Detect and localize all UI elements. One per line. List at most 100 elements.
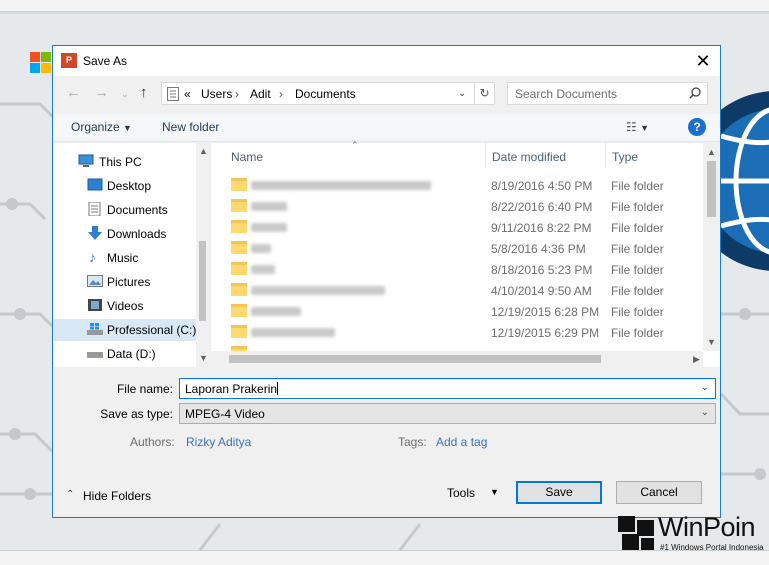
folder-icon bbox=[231, 304, 247, 317]
refresh-icon[interactable]: ↻ bbox=[474, 82, 495, 105]
close-button[interactable]: ✕ bbox=[686, 46, 720, 76]
scroll-up-arrow-icon[interactable]: ▲ bbox=[199, 146, 208, 156]
scroll-up-arrow-icon[interactable]: ▲ bbox=[707, 147, 716, 157]
search-icon[interactable] bbox=[689, 87, 701, 99]
table-row[interactable]: 12/19/2015 6:28 PM File folder bbox=[211, 301, 701, 322]
winpoin-watermark: WinPoin #1 Windows Portal Indonesia bbox=[616, 512, 769, 554]
up-arrow-icon[interactable]: ↑ bbox=[140, 84, 148, 101]
column-header-date-modified[interactable]: Date modified bbox=[492, 150, 566, 164]
nav-label-music: Music bbox=[107, 251, 139, 265]
documents-icon bbox=[88, 202, 101, 216]
table-row[interactable]: 4/10/2014 9:50 AM File folder bbox=[211, 280, 701, 301]
dialog-title: Save As bbox=[83, 54, 128, 68]
forward-arrow-icon[interactable]: → bbox=[94, 84, 109, 101]
horizontal-scrollbar[interactable]: ▶ bbox=[211, 351, 703, 367]
table-row[interactable]: 8/22/2016 6:40 PM File folder bbox=[211, 196, 701, 217]
table-row[interactable]: 8/18/2016 5:23 PM File folder bbox=[211, 259, 701, 280]
scroll-right-arrow-icon[interactable]: ▶ bbox=[693, 354, 700, 365]
redacted-filename bbox=[251, 202, 287, 211]
nav-item-pictures[interactable]: Pictures bbox=[54, 271, 196, 293]
breadcrumb-documents[interactable]: Documents bbox=[295, 87, 356, 101]
new-folder-button[interactable]: New folder bbox=[162, 120, 219, 134]
downloads-icon bbox=[88, 226, 102, 240]
nav-item-music[interactable]: ♪ Music bbox=[54, 247, 196, 269]
breadcrumb-separator-icon: › bbox=[235, 87, 239, 101]
scroll-down-arrow-icon[interactable]: ▼ bbox=[707, 337, 716, 347]
file-name-field[interactable]: Laporan Prakerin ⌄ bbox=[179, 378, 716, 399]
pictures-icon bbox=[87, 275, 103, 287]
column-header-type[interactable]: Type bbox=[612, 150, 638, 164]
recent-locations-chevron-icon[interactable]: ⌄ bbox=[121, 89, 129, 100]
nav-item-videos[interactable]: Videos bbox=[54, 295, 196, 317]
row-date: 5/8/2016 4:36 PM bbox=[491, 242, 586, 256]
background-app-ribbon bbox=[0, 0, 769, 12]
powerpoint-icon: P bbox=[61, 53, 77, 68]
table-row[interactable]: 5/8/2016 4:36 PM File folder bbox=[211, 238, 701, 259]
search-input[interactable]: Search Documents bbox=[515, 87, 617, 101]
sort-ascending-icon: ⌃ bbox=[351, 140, 359, 150]
redacted-filename bbox=[251, 328, 335, 337]
save-as-type-value: MPEG-4 Video bbox=[185, 407, 265, 421]
folder-icon bbox=[231, 178, 247, 191]
command-toolbar: Organize ▼ New folder ☷ ▼ ? bbox=[53, 114, 720, 142]
help-icon[interactable]: ? bbox=[688, 118, 706, 136]
file-list: ⌃ Name Date modified Type 8/19/2016 4:50… bbox=[211, 140, 720, 367]
nav-item-desktop[interactable]: Desktop bbox=[54, 175, 196, 197]
nav-label-pictures: Pictures bbox=[107, 275, 151, 289]
nav-item-drive-d[interactable]: Data (D:) bbox=[54, 343, 196, 365]
hide-folders-button[interactable]: Hide Folders bbox=[83, 489, 151, 503]
column-header-name[interactable]: Name bbox=[231, 150, 263, 164]
file-list-scroll-thumb[interactable] bbox=[707, 161, 716, 217]
view-options-icon[interactable]: ☷ ▼ bbox=[626, 120, 649, 134]
address-dropdown-chevron-icon[interactable]: ⌄ bbox=[458, 88, 466, 99]
breadcrumb-users[interactable]: Users bbox=[201, 87, 232, 101]
table-row[interactable]: 12/19/2015 6:29 PM File folder bbox=[211, 322, 701, 343]
row-type: File folder bbox=[611, 263, 664, 277]
row-type: File folder bbox=[611, 284, 664, 298]
folder-icon bbox=[231, 220, 247, 233]
folder-icon bbox=[231, 283, 247, 296]
cancel-button[interactable]: Cancel bbox=[616, 481, 702, 504]
file-list-scrollbar[interactable]: ▲ ▼ bbox=[703, 143, 720, 351]
tools-chevron-icon[interactable]: ▼ bbox=[490, 487, 499, 497]
file-name-dropdown-chevron-icon[interactable]: ⌄ bbox=[701, 382, 709, 393]
nav-label-desktop: Desktop bbox=[107, 179, 152, 193]
scroll-down-arrow-icon[interactable]: ▼ bbox=[199, 353, 208, 363]
tags-field[interactable]: Add a tag bbox=[436, 435, 487, 449]
breadcrumb-adit[interactable]: Adit bbox=[250, 87, 271, 101]
nav-item-drive-c[interactable]: Professional (C:) bbox=[54, 319, 196, 341]
horizontal-scroll-thumb[interactable] bbox=[229, 355, 601, 363]
table-row[interactable] bbox=[211, 343, 701, 351]
navigation-pane: This PC Desktop Documents Downloads ♪ Mu… bbox=[54, 143, 209, 367]
nav-item-this-pc[interactable]: This PC bbox=[54, 151, 196, 173]
tools-button[interactable]: Tools bbox=[447, 486, 475, 500]
authors-field[interactable]: Rizky Aditya bbox=[186, 435, 251, 449]
search-box[interactable]: Search Documents bbox=[507, 82, 708, 105]
title-bar: P Save As ✕ bbox=[53, 46, 720, 76]
nav-item-documents[interactable]: Documents bbox=[54, 199, 196, 221]
breadcrumb-separator-icon: › bbox=[279, 87, 283, 101]
organize-button[interactable]: Organize ▼ bbox=[71, 120, 132, 134]
nav-scrollbar[interactable]: ▲ ▼ bbox=[196, 143, 209, 367]
redacted-filename bbox=[251, 181, 431, 190]
nav-scroll-thumb[interactable] bbox=[199, 241, 206, 321]
row-type: File folder bbox=[611, 221, 664, 235]
file-name-input[interactable]: Laporan Prakerin bbox=[185, 382, 279, 396]
videos-icon bbox=[88, 299, 102, 311]
redacted-filename bbox=[251, 286, 385, 295]
nav-label-this-pc: This PC bbox=[99, 155, 142, 169]
collapse-chevron-icon[interactable]: ⌃ bbox=[66, 489, 74, 500]
save-as-type-chevron-icon[interactable]: ⌄ bbox=[701, 407, 709, 418]
back-arrow-icon[interactable]: ← bbox=[66, 84, 81, 101]
breadcrumb-overflow[interactable]: « bbox=[184, 87, 191, 101]
row-date: 8/22/2016 6:40 PM bbox=[491, 200, 593, 214]
save-button[interactable]: Save bbox=[516, 481, 602, 504]
table-row[interactable]: 9/11/2016 8:22 PM File folder bbox=[211, 217, 701, 238]
nav-item-downloads[interactable]: Downloads bbox=[54, 223, 196, 245]
organize-chevron-icon: ▼ bbox=[123, 123, 132, 133]
nav-label-documents: Documents bbox=[107, 203, 168, 217]
globe-graphic bbox=[716, 91, 769, 271]
save-as-type-select[interactable]: MPEG-4 Video ⌄ bbox=[179, 403, 716, 424]
address-bar[interactable]: « Users › Adit › Documents ⌄ bbox=[161, 82, 495, 105]
table-row[interactable]: 8/19/2016 4:50 PM File folder bbox=[211, 175, 701, 196]
